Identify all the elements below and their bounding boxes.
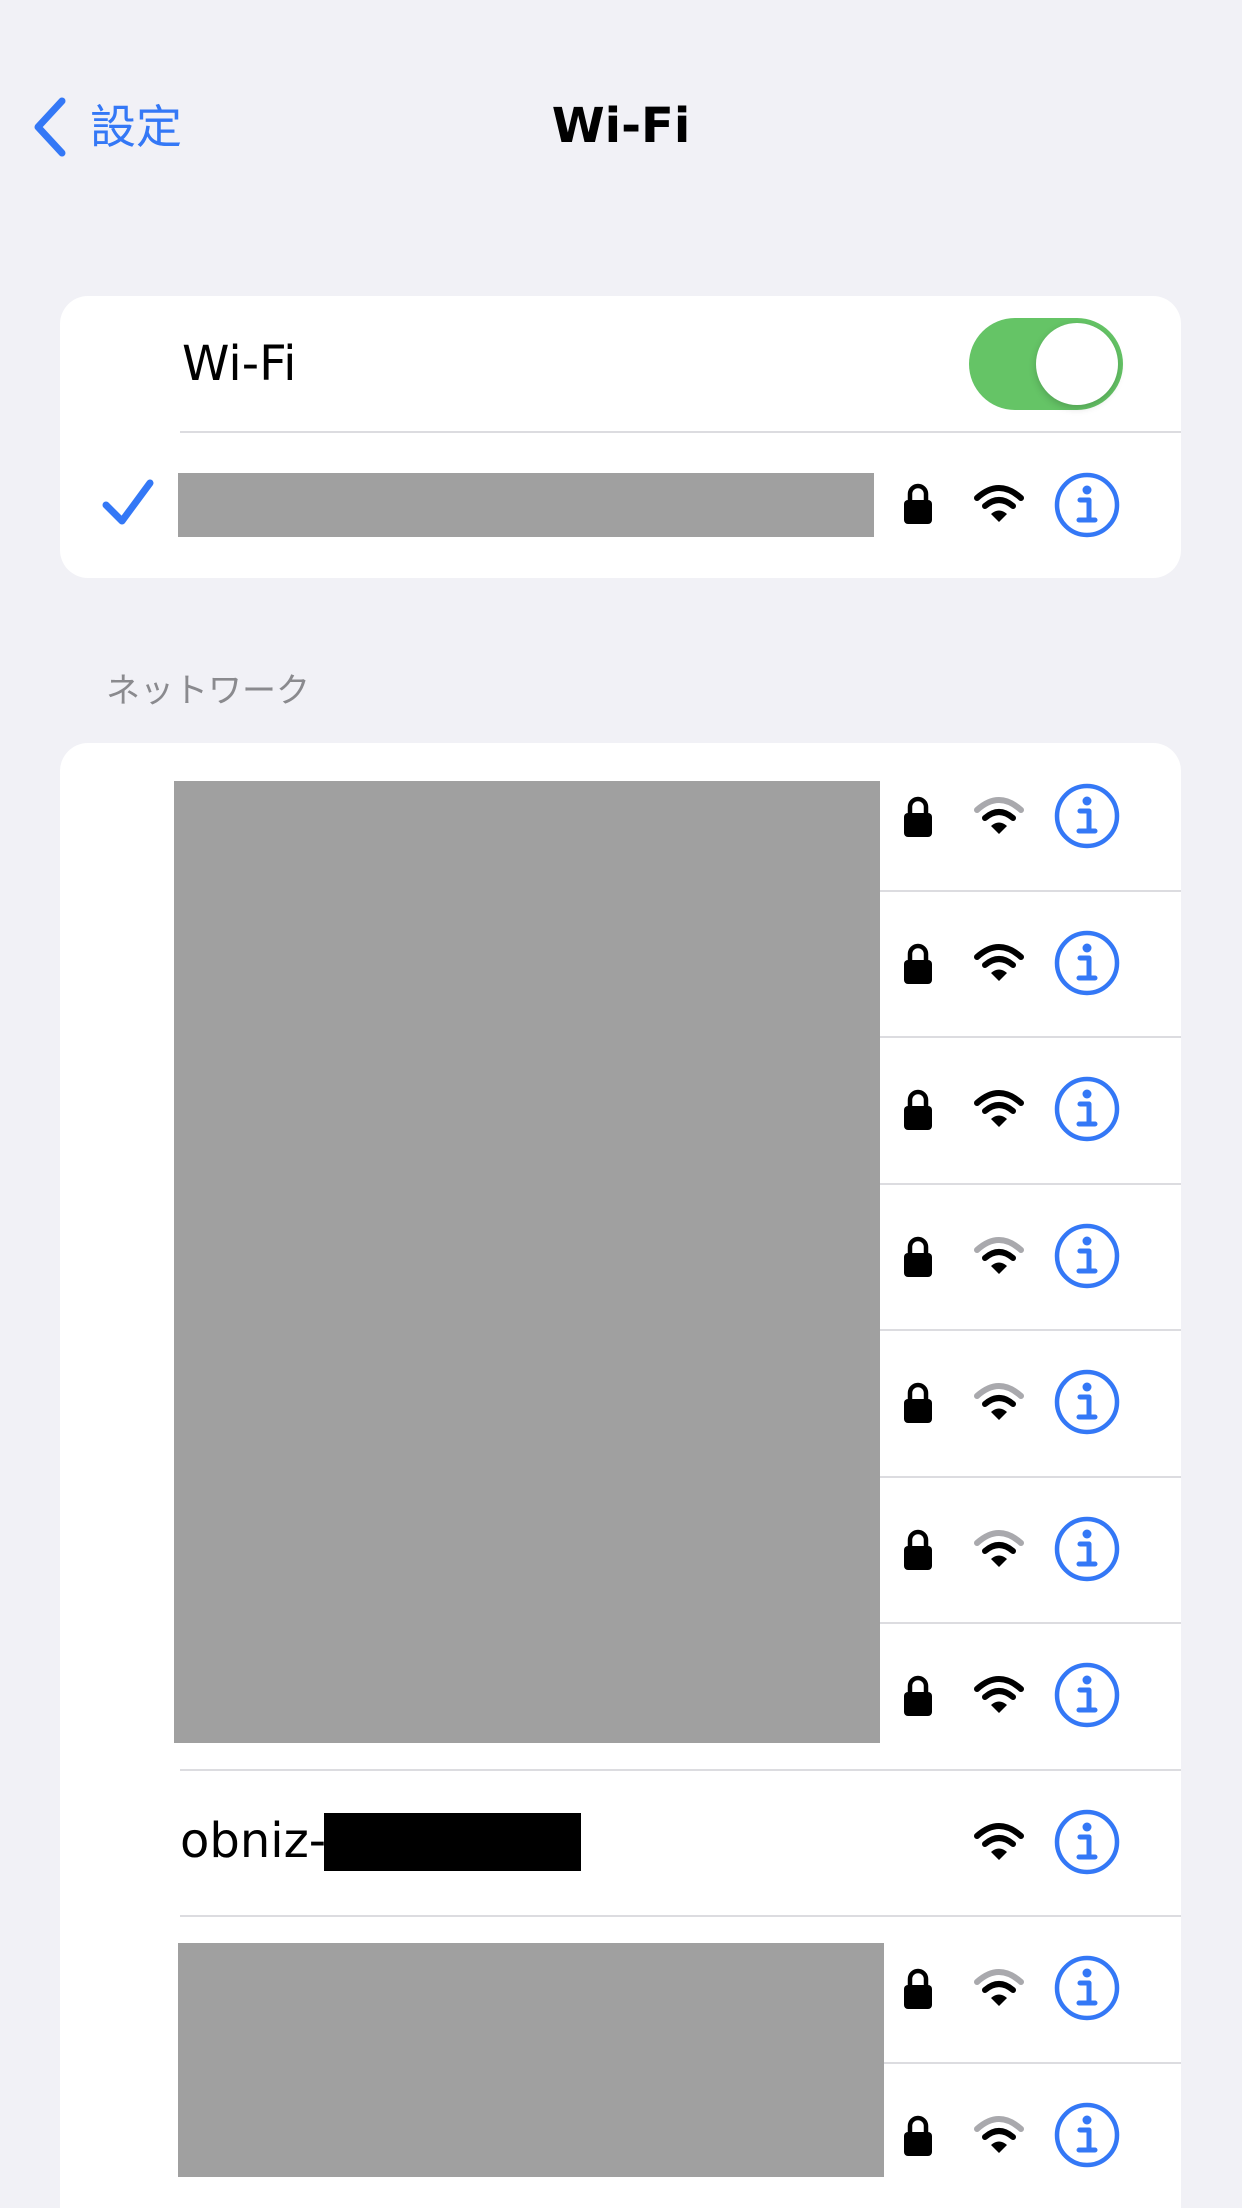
lock-icon xyxy=(904,1382,932,1423)
lock-icon xyxy=(904,483,932,524)
checkmark-icon xyxy=(102,479,154,525)
lock-icon xyxy=(904,943,932,984)
network-name: obniz- xyxy=(180,1812,327,1869)
wifi-icon xyxy=(974,1822,1024,1860)
wifi-icon xyxy=(974,2115,1024,2153)
redacted-name-suffix xyxy=(324,1812,581,1871)
info-icon[interactable] xyxy=(1054,1662,1120,1728)
navigation-bar: 設定 Wi-Fi xyxy=(0,0,1242,250)
wifi-icon xyxy=(974,1676,1024,1713)
networks-section-header: ネットワーク xyxy=(106,671,310,711)
info-icon[interactable] xyxy=(1054,2102,1120,2168)
redacted-network-names-block xyxy=(174,781,880,1743)
info-icon[interactable] xyxy=(1054,1955,1120,2021)
wifi-toggle-switch[interactable] xyxy=(969,318,1123,410)
lock-icon xyxy=(904,2115,932,2156)
page-title: Wi-Fi xyxy=(551,98,691,154)
redacted-network-names-block xyxy=(178,1943,884,2177)
toggle-knob xyxy=(1036,323,1118,405)
wifi-toggle-label: Wi-Fi xyxy=(182,336,297,392)
wifi-icon xyxy=(974,1383,1024,1420)
wifi-icon xyxy=(974,1529,1024,1567)
lock-icon xyxy=(904,1968,932,2009)
wifi-toggle-row: Wi-Fi xyxy=(60,296,1181,432)
wifi-icon xyxy=(974,1090,1024,1127)
wifi-icon xyxy=(974,1236,1024,1274)
info-icon[interactable] xyxy=(1054,472,1120,538)
redacted-network-name xyxy=(178,473,874,537)
network-row[interactable]: obniz- xyxy=(60,1769,1181,1916)
info-icon[interactable] xyxy=(1054,1809,1120,1875)
info-icon[interactable] xyxy=(1054,783,1120,849)
lock-icon xyxy=(904,1529,932,1570)
lock-icon xyxy=(904,1236,932,1277)
wifi-icon xyxy=(974,943,1024,981)
lock-icon xyxy=(904,1675,932,1716)
info-icon[interactable] xyxy=(1054,1223,1120,1289)
info-icon[interactable] xyxy=(1054,930,1120,996)
connected-network-row[interactable] xyxy=(60,433,1181,578)
network-list: obniz- xyxy=(60,743,1181,2208)
lock-icon xyxy=(904,796,932,837)
wifi-icon xyxy=(974,1969,1024,2006)
wifi-status-card: Wi-Fi xyxy=(60,296,1181,578)
info-icon[interactable] xyxy=(1054,1076,1120,1142)
info-icon[interactable] xyxy=(1054,1369,1120,1435)
wifi-icon xyxy=(974,485,1024,522)
info-icon[interactable] xyxy=(1054,1516,1120,1582)
wifi-icon xyxy=(974,797,1024,834)
lock-icon xyxy=(904,1089,932,1130)
